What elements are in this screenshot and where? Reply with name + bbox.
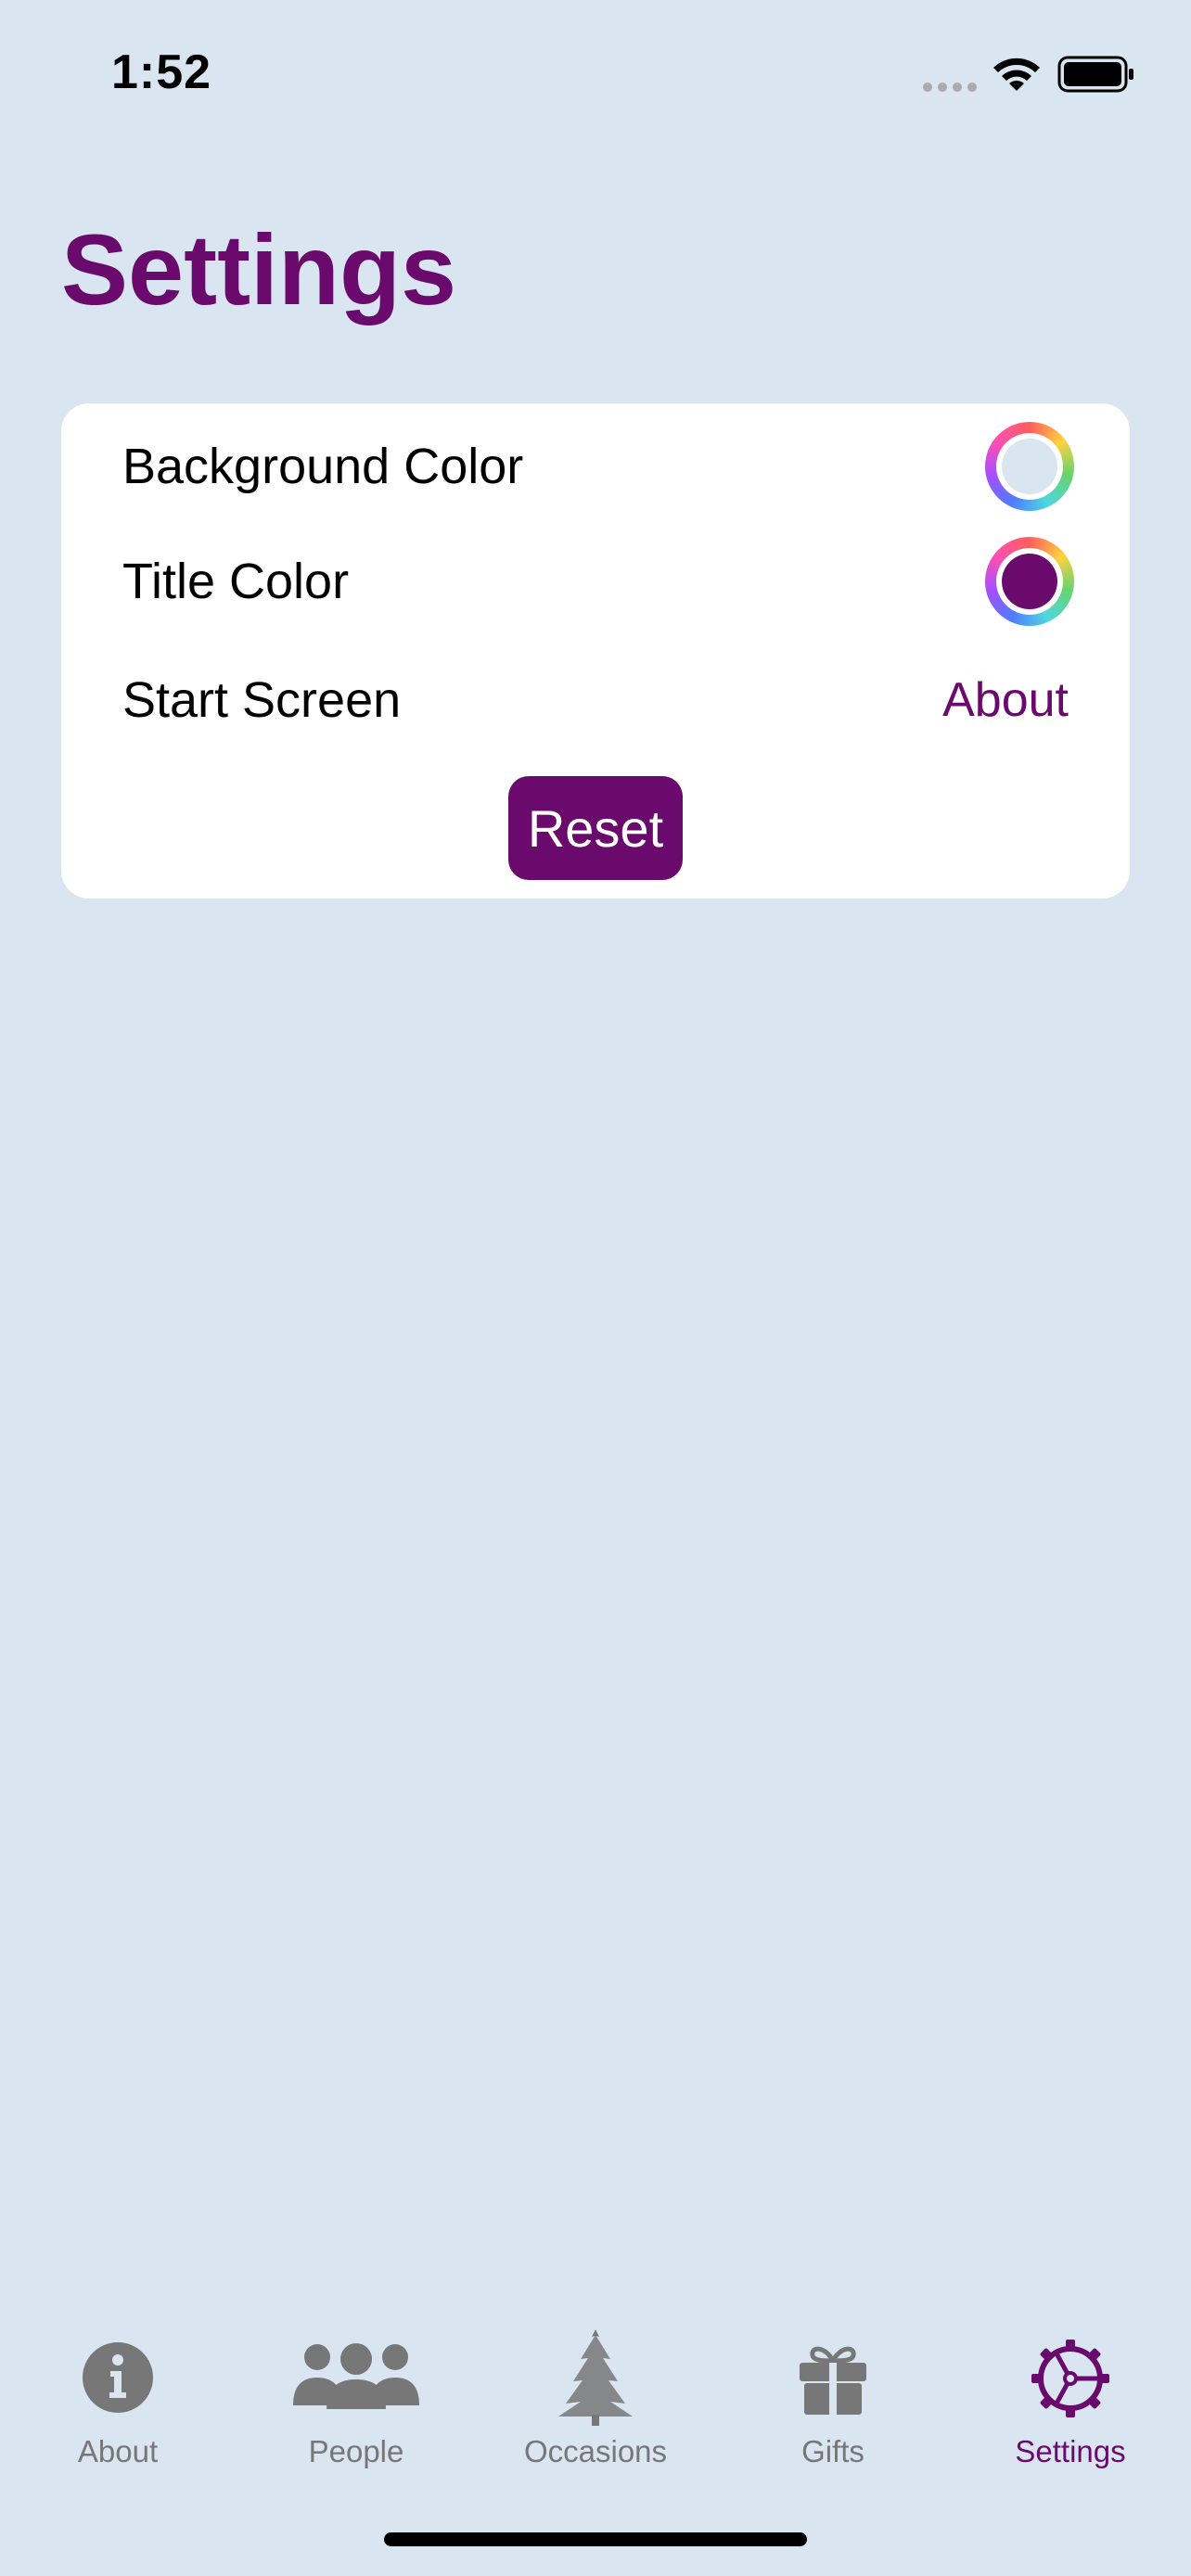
status-bar: 1:52 xyxy=(0,0,1191,148)
tree-icon xyxy=(558,2329,633,2426)
tab-settings[interactable]: Settings xyxy=(959,2309,1182,2476)
tab-people[interactable]: People xyxy=(245,2309,467,2476)
info-circle-icon xyxy=(83,2342,153,2413)
tab-occasions[interactable]: Occasions xyxy=(484,2309,707,2476)
tab-label-people: People xyxy=(308,2434,404,2468)
gear-icon xyxy=(1031,2340,1109,2417)
start-screen-picker[interactable]: About xyxy=(942,672,1069,728)
background-color-label: Background Color xyxy=(122,439,524,494)
background-color-row: Background Color xyxy=(122,422,1074,511)
title-color-row: Title Color xyxy=(122,537,1074,626)
tab-about[interactable]: About xyxy=(6,2309,229,2476)
page-title: Settings xyxy=(61,213,457,325)
tab-label-occasions: Occasions xyxy=(523,2434,668,2468)
home-indicator xyxy=(384,2532,807,2546)
battery-icon xyxy=(1057,56,1133,93)
title-color-label: Title Color xyxy=(122,554,350,609)
title-color-swatch xyxy=(1002,554,1057,609)
start-screen-label: Start Screen xyxy=(122,672,402,728)
cellular-signal-icon xyxy=(923,83,977,92)
status-time: 1:52 xyxy=(111,45,212,99)
wifi-icon xyxy=(993,57,1040,91)
title-color-picker[interactable] xyxy=(985,537,1074,626)
background-color-picker[interactable] xyxy=(985,422,1074,511)
people-group-icon xyxy=(293,2343,419,2409)
background-color-swatch xyxy=(1002,439,1057,494)
tab-gifts[interactable]: Gifts xyxy=(722,2309,944,2476)
start-screen-row: Start Screen About xyxy=(122,656,1069,745)
tab-label-settings: Settings xyxy=(1015,2434,1126,2468)
gift-icon xyxy=(800,2346,866,2415)
tab-label-gifts: Gifts xyxy=(801,2434,864,2468)
reset-button[interactable]: Reset xyxy=(508,776,683,880)
settings-card: Background Color Title Color Start Scree… xyxy=(61,403,1130,899)
tab-label-about: About xyxy=(77,2434,159,2468)
